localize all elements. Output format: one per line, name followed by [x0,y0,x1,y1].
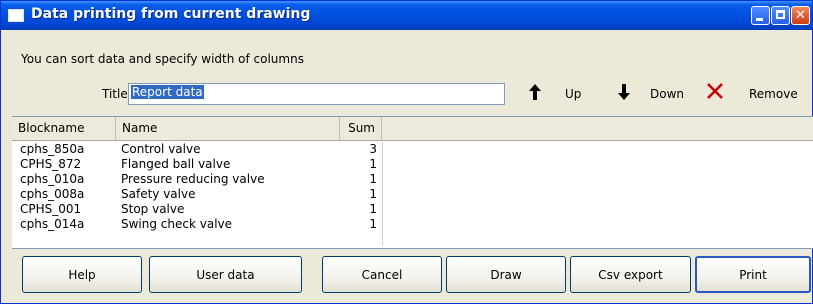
minimize-icon [756,18,763,21]
down-button-label[interactable]: Down [650,87,684,101]
table-row[interactable]: cphs_014a Swing check valve 1 [12,217,813,232]
cell-blockname: cphs_008a [20,187,85,201]
cell-name: Control valve [121,142,201,156]
red-x-icon[interactable] [705,81,725,101]
title-bar[interactable]: Data printing from current drawing ✕ [1,1,812,30]
print-button[interactable]: Print [695,256,811,293]
cell-name: Swing check valve [121,217,233,231]
table-row[interactable]: cphs_008a Safety valve 1 [12,187,813,202]
cell-name: Safety valve [121,187,196,201]
cell-blockname: CPHS_001 [20,202,82,216]
cell-sum: 1 [369,187,377,201]
table-row[interactable]: CPHS_001 Stop valve 1 [12,202,813,217]
table-header: Blockname Name Sum [12,117,813,141]
maximize-icon [776,10,785,19]
user-data-button[interactable]: User data [149,256,302,293]
cell-sum: 1 [369,217,377,231]
draw-button[interactable]: Draw [446,256,566,293]
window-title: Data printing from current drawing [31,6,311,22]
cell-sum: 1 [369,172,377,186]
column-header-name[interactable]: Name [116,117,340,140]
table-row[interactable]: cphs_010a Pressure reducing valve 1 [12,172,813,187]
column-header-sum[interactable]: Sum [340,117,382,140]
column-header-blockname[interactable]: Blockname [12,117,116,140]
cancel-button[interactable]: Cancel [322,256,442,293]
title-input-value: Report data [131,85,204,99]
cell-blockname: cphs_850a [20,142,85,156]
cell-name: Pressure reducing valve [121,172,265,186]
cell-name: Flanged ball valve [121,157,231,171]
cell-blockname: CPHS_872 [20,157,82,171]
window-icon [8,9,24,22]
table-row[interactable]: CPHS_872 Flanged ball valve 1 [12,157,813,172]
cell-sum: 3 [369,142,377,156]
table-row[interactable]: cphs_850a Control valve 3 [12,142,813,157]
title-label: Title [102,87,128,101]
cell-sum: 1 [369,157,377,171]
hint-text: You can sort data and specify width of c… [21,52,304,66]
data-table[interactable]: Blockname Name Sum cphs_850a Control val… [12,116,813,249]
table-body: cphs_850a Control valve 3 CPHS_872 Flang… [12,142,813,232]
minimize-button[interactable] [751,6,770,25]
dialog-window: Data printing from current drawing ✕ You… [0,0,813,304]
cell-sum: 1 [369,202,377,216]
cell-blockname: cphs_014a [20,217,85,231]
close-icon: ✕ [795,8,806,23]
csv-export-button[interactable]: Csv export [570,256,691,293]
up-button-label[interactable]: Up [565,87,581,101]
close-button[interactable]: ✕ [791,6,810,25]
maximize-button[interactable] [771,6,790,25]
cell-blockname: cphs_010a [20,172,85,186]
cell-name: Stop valve [121,202,185,216]
remove-button-label[interactable]: Remove [749,87,798,101]
title-input[interactable]: Report data [128,83,505,105]
arrow-down-icon[interactable] [617,83,631,101]
arrow-up-icon[interactable] [528,83,542,101]
help-button[interactable]: Help [22,256,142,293]
